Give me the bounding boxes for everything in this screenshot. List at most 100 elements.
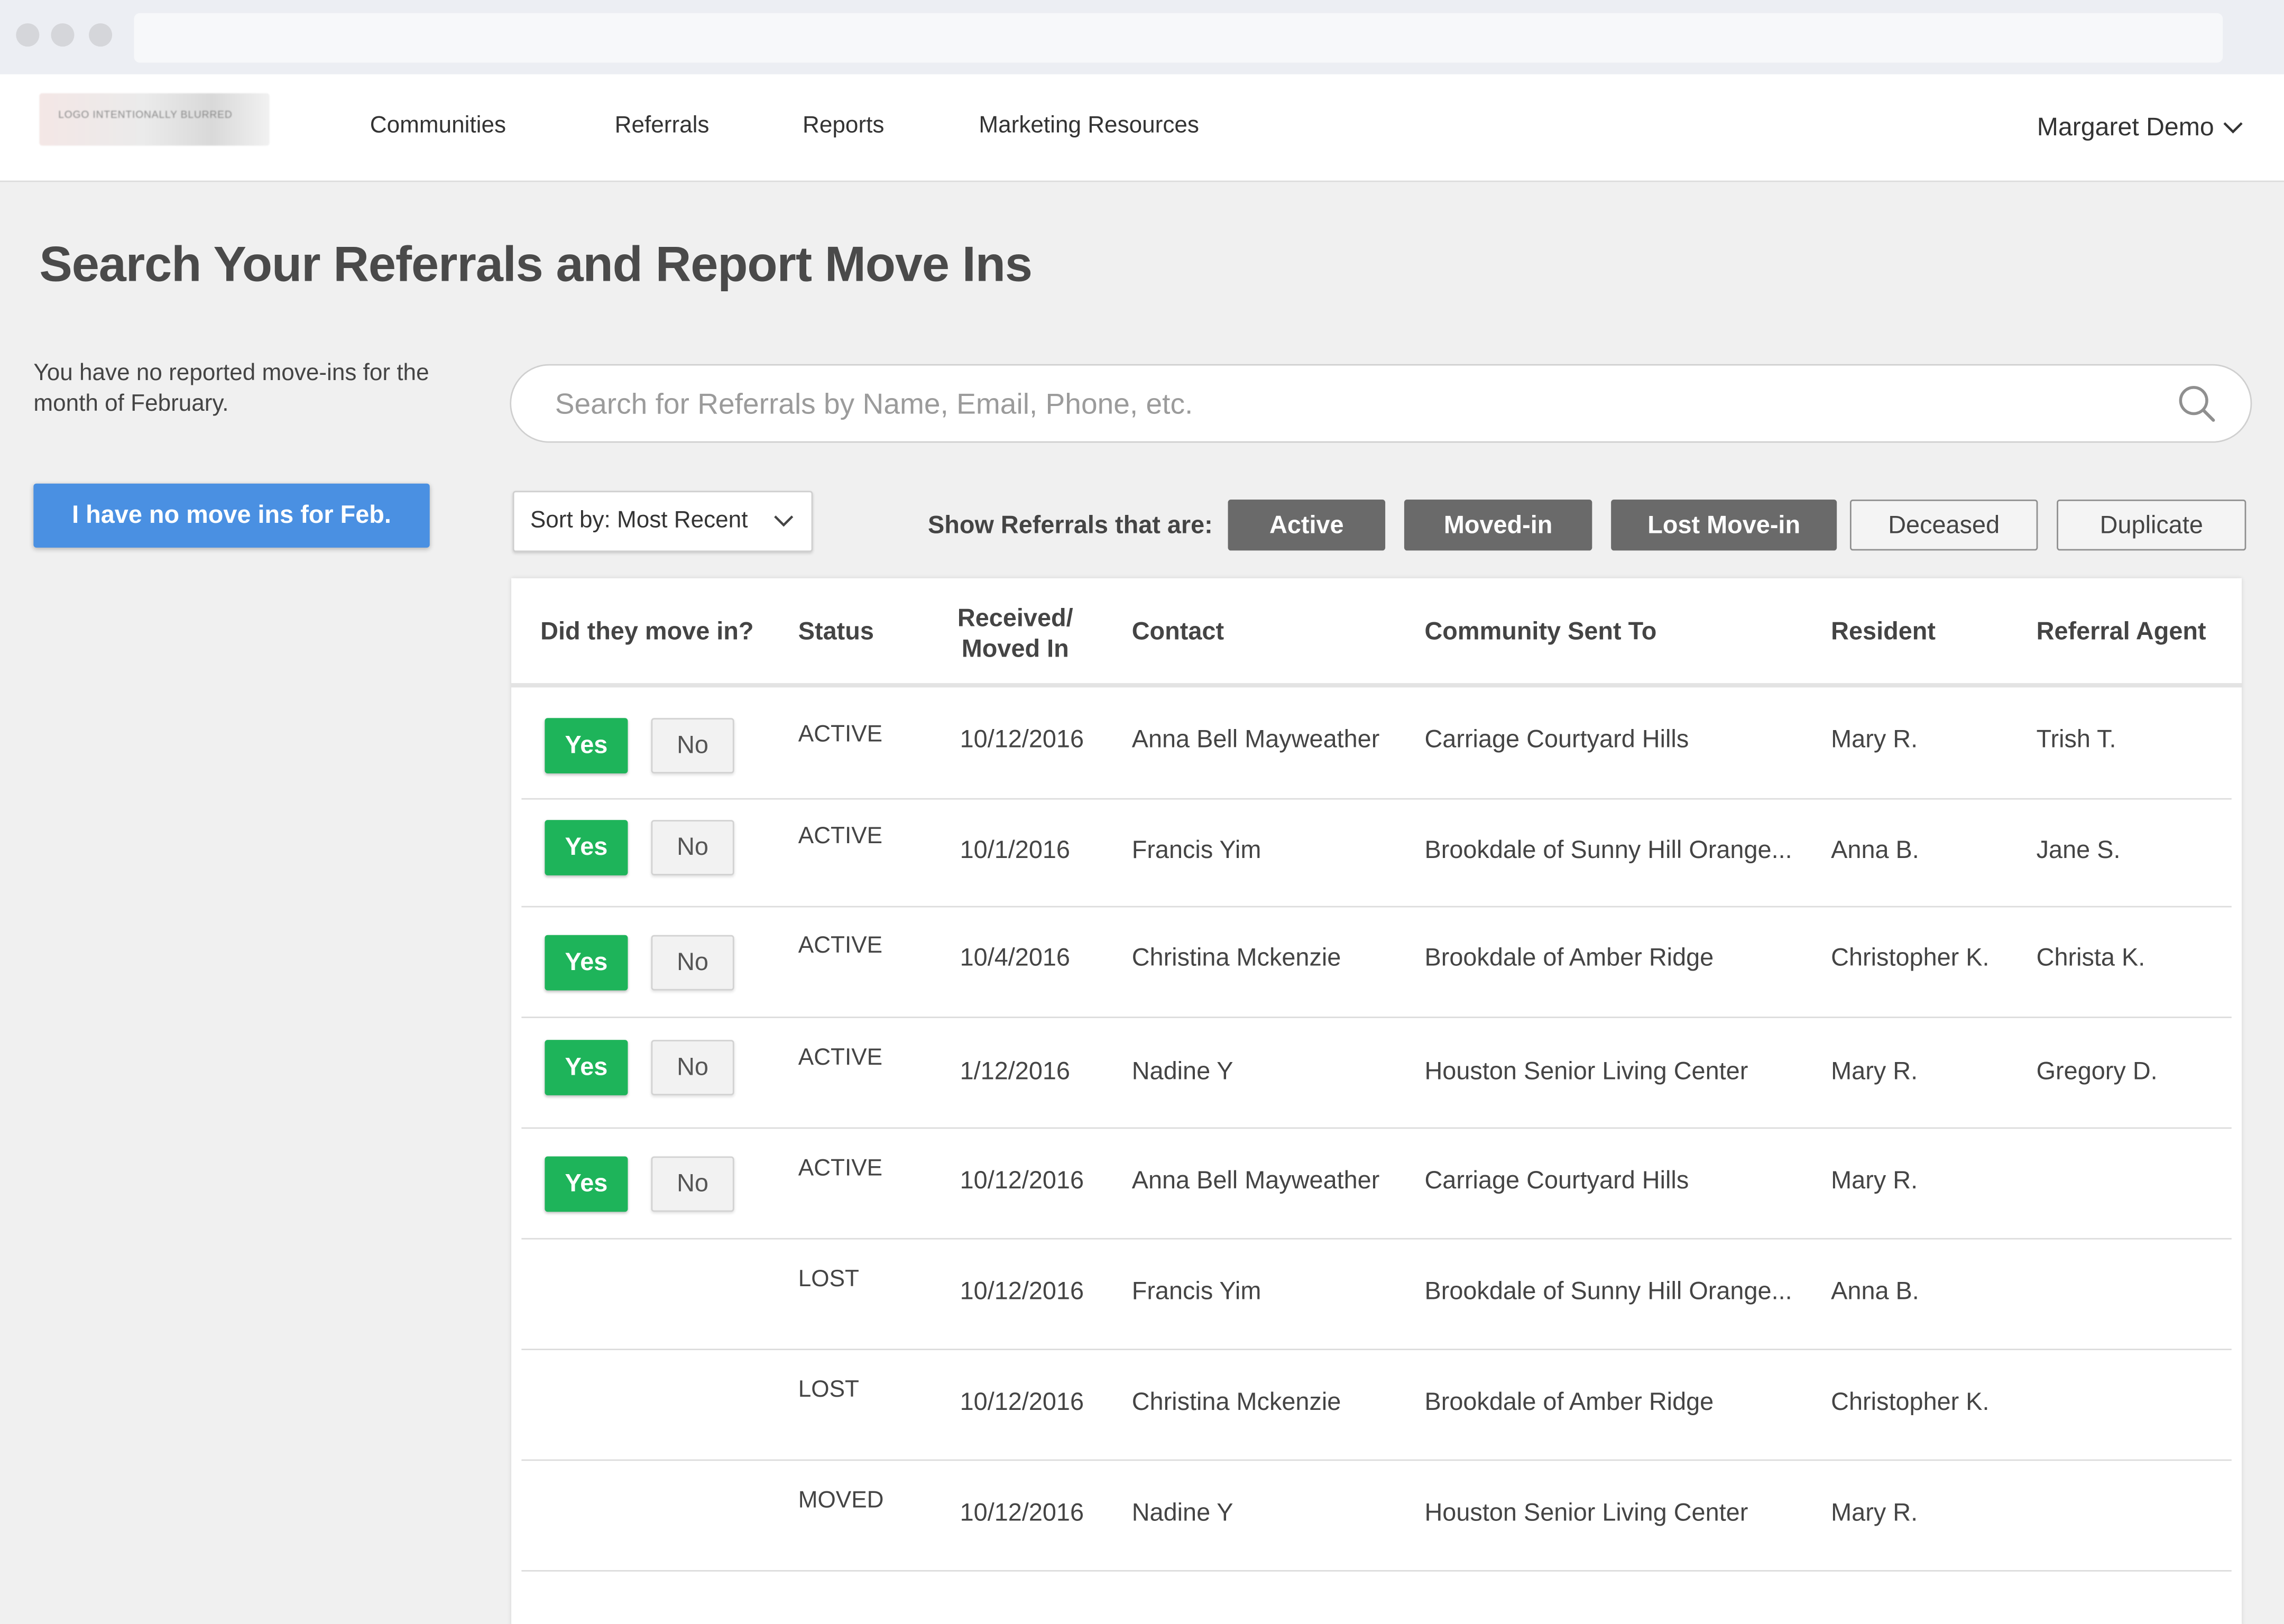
chevron-down-icon	[774, 515, 794, 527]
column-header-moved-in-date: Moved In	[961, 635, 1069, 663]
page-title: Search Your Referrals and Report Move In…	[39, 237, 1033, 293]
nav-reports[interactable]: Reports	[803, 114, 884, 140]
column-header-contact: Contact	[1131, 617, 1224, 645]
contact-cell: Francis Yim	[1131, 1277, 1261, 1305]
resident-cell: Mary R.	[1831, 725, 1918, 753]
community-cell: Brookdale of Sunny Hill Orange...	[1424, 1277, 1792, 1305]
status-cell: ACTIVE	[798, 1156, 883, 1182]
resident-cell: Mary R.	[1831, 1498, 1918, 1527]
table-row[interactable]: LOST 10/12/2016 Francis Yim Brookdale of Su…	[521, 1238, 2232, 1350]
yes-button[interactable]: Yes	[545, 718, 628, 773]
resident-cell: Mary R.	[1831, 1166, 1918, 1195]
nav-referrals[interactable]: Referrals	[615, 114, 710, 140]
header-divider	[511, 683, 2242, 688]
community-cell: Brookdale of Sunny Hill Orange...	[1424, 836, 1792, 864]
address-bar[interactable]	[134, 13, 2223, 63]
agent-cell: Jane S.	[2036, 836, 2121, 864]
search-input[interactable]	[552, 365, 2160, 445]
status-cell: LOST	[798, 1267, 859, 1292]
resident-cell: Mary R.	[1831, 1057, 1918, 1085]
move-in-notice: You have no reported move-ins for the mo…	[33, 361, 429, 417]
date-cell: 10/12/2016	[960, 1388, 1084, 1416]
status-cell: LOST	[798, 1378, 859, 1403]
resident-cell: Anna B.	[1831, 1277, 1919, 1305]
column-header-resident: Resident	[1831, 617, 1936, 645]
filter-active[interactable]: Active	[1228, 499, 1386, 551]
user-menu[interactable]: Margaret Demo	[2037, 112, 2243, 143]
agent-cell: Christa K.	[2036, 944, 2145, 972]
user-name: Margaret Demo	[2037, 112, 2214, 142]
window-maximize-dot[interactable]	[89, 23, 113, 47]
no-button[interactable]: No	[651, 1040, 734, 1095]
community-cell: Carriage Courtyard Hills	[1424, 725, 1689, 753]
table-row[interactable]: Yes No ACTIVE 10/4/2016 Christina Mckenzie Br…	[521, 906, 2232, 1018]
column-header-received: Received/	[957, 604, 1073, 632]
contact-cell: Anna Bell Mayweather	[1131, 725, 1380, 753]
search-icon[interactable]	[2178, 384, 2216, 422]
agent-cell: Gregory D.	[2036, 1057, 2158, 1085]
page: LOGO INTENTIONALLY BLURRED Communities R…	[0, 0, 2284, 1624]
contact-cell: Anna Bell Mayweather	[1131, 1166, 1380, 1195]
logo-text: LOGO INTENTIONALLY BLURRED	[58, 110, 233, 121]
column-header-community: Community Sent To	[1424, 617, 1657, 645]
sort-dropdown[interactable]: Sort by: Most Recent	[512, 491, 813, 552]
logo[interactable]: LOGO INTENTIONALLY BLURRED	[39, 93, 270, 146]
no-button[interactable]: No	[651, 718, 734, 773]
contact-cell: Francis Yim	[1131, 836, 1261, 864]
table-row[interactable]: MOVED 10/12/2016 Nadine Y Houston Senior Li…	[521, 1460, 2232, 1572]
sort-label: Sort by: Most Recent	[530, 508, 748, 533]
date-cell: 10/1/2016	[960, 836, 1071, 864]
filter-moved-in[interactable]: Moved-in	[1404, 499, 1592, 551]
browser-chrome	[0, 0, 2284, 75]
status-cell: ACTIVE	[798, 1046, 883, 1071]
community-cell: Brookdale of Amber Ridge	[1424, 1388, 1714, 1416]
window-minimize-dot[interactable]	[51, 23, 75, 47]
filter-lost-move-in[interactable]: Lost Move-in	[1611, 499, 1837, 551]
table-row[interactable]: Yes No ACTIVE 10/12/2016 Anna Bell Mayweathe…	[521, 687, 2232, 800]
date-cell: 10/4/2016	[960, 944, 1071, 972]
resident-cell: Anna B.	[1831, 836, 1919, 864]
no-button[interactable]: No	[651, 1156, 734, 1212]
table-row[interactable]: Yes No ACTIVE 10/12/2016 Anna Bell Mayweathe…	[521, 1127, 2232, 1240]
table-row[interactable]: LOST 10/12/2016 Christina Mckenzie Brookdal…	[521, 1349, 2232, 1461]
column-header-date: Received/ Moved In	[948, 603, 1082, 665]
chevron-down-icon	[2223, 122, 2243, 134]
window-close-dot[interactable]	[16, 23, 40, 47]
resident-cell: Christopher K.	[1831, 1388, 1990, 1416]
nav-marketing-resources[interactable]: Marketing Resources	[979, 114, 1199, 140]
filter-duplicate[interactable]: Duplicate	[2057, 499, 2246, 551]
yes-button[interactable]: Yes	[545, 1040, 628, 1095]
search-box	[510, 364, 2252, 445]
date-cell: 10/12/2016	[960, 1277, 1084, 1305]
table-row[interactable]: Yes No ACTIVE 1/12/2016 Nadine Y Houston Seni…	[521, 1017, 2232, 1129]
date-cell: 10/12/2016	[960, 725, 1084, 753]
no-button[interactable]: No	[651, 935, 734, 991]
contact-cell: Nadine Y	[1131, 1057, 1233, 1085]
column-header-status: Status	[798, 617, 874, 645]
community-cell: Carriage Courtyard Hills	[1424, 1166, 1689, 1195]
resident-cell: Christopher K.	[1831, 944, 1990, 972]
community-cell: Houston Senior Living Center	[1424, 1498, 1748, 1527]
yes-button[interactable]: Yes	[545, 1156, 628, 1212]
table-row[interactable]: Yes No ACTIVE 10/1/2016 Francis Yim Brookdale…	[521, 795, 2232, 908]
filter-deceased[interactable]: Deceased	[1849, 499, 2038, 551]
yes-button[interactable]: Yes	[545, 820, 628, 875]
column-header-moved-in: Did they move in?	[540, 617, 754, 645]
top-nav: LOGO INTENTIONALLY BLURRED Communities R…	[0, 74, 2284, 182]
no-move-ins-button[interactable]: I have no move ins for Feb.	[33, 483, 430, 548]
contact-cell: Christina Mckenzie	[1131, 944, 1341, 972]
status-cell: ACTIVE	[798, 934, 883, 958]
no-button[interactable]: No	[651, 820, 734, 875]
date-cell: 1/12/2016	[960, 1057, 1071, 1085]
status-cell: MOVED	[798, 1488, 884, 1514]
community-cell: Houston Senior Living Center	[1424, 1057, 1748, 1085]
community-cell: Brookdale of Amber Ridge	[1424, 944, 1714, 972]
contact-cell: Christina Mckenzie	[1131, 1388, 1341, 1416]
date-cell: 10/12/2016	[960, 1498, 1084, 1527]
filter-label: Show Referrals that are:	[927, 511, 1213, 539]
referrals-table: Did they move in? Status Received/ Moved…	[511, 578, 2242, 1624]
agent-cell: Trish T.	[2036, 725, 2116, 753]
yes-button[interactable]: Yes	[545, 935, 628, 991]
date-cell: 10/12/2016	[960, 1166, 1084, 1195]
nav-communities[interactable]: Communities	[370, 114, 506, 140]
